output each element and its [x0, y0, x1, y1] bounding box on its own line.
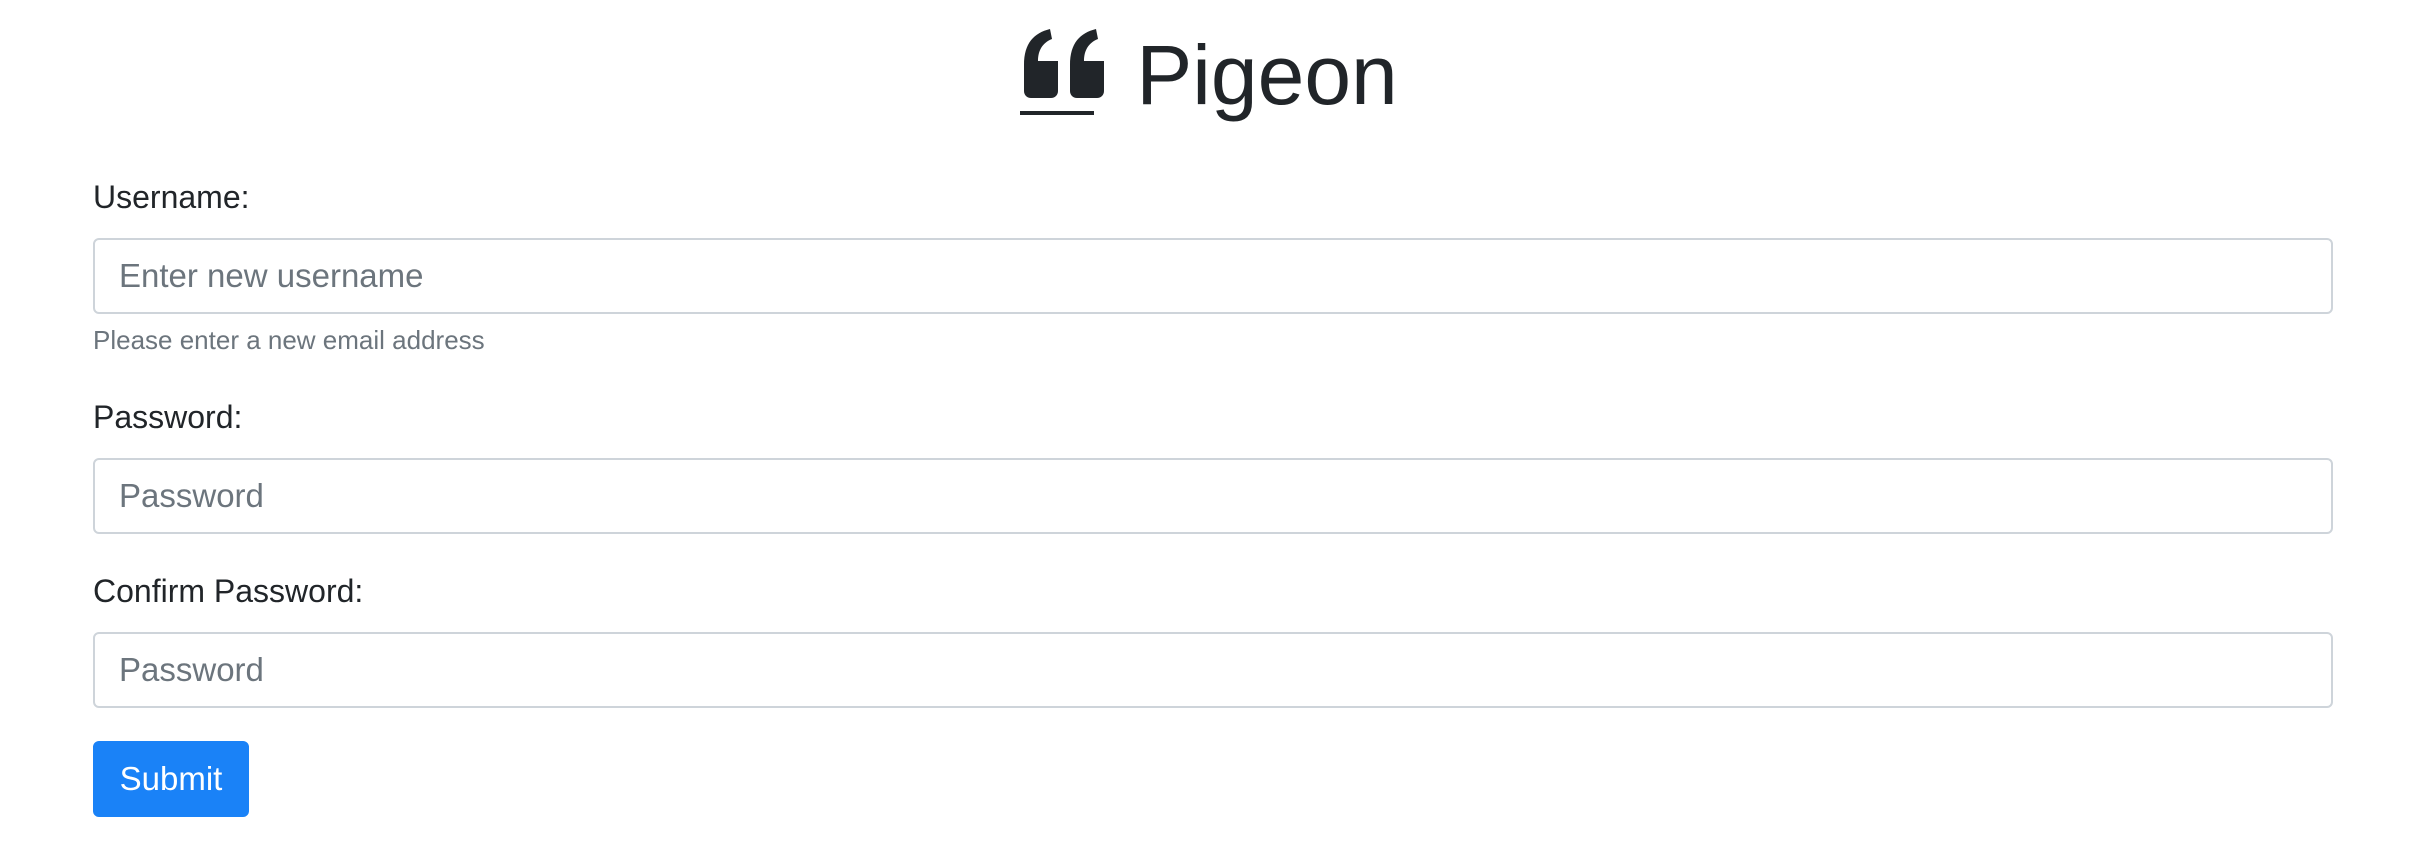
password-input[interactable] — [93, 458, 2333, 534]
username-input[interactable] — [93, 238, 2333, 314]
username-label: Username: — [93, 179, 250, 215]
quote-left-icon — [1020, 29, 1105, 115]
submit-button[interactable]: Submit — [93, 741, 249, 817]
brand-title: Pigeon — [1136, 28, 1398, 122]
password-label: Password: — [93, 399, 243, 435]
confirm-password-label: Confirm Password: — [93, 573, 364, 609]
brand-logo: Pigeon — [1020, 25, 1398, 125]
signup-page: Pigeon Username: Please enter a new emai… — [0, 0, 2418, 844]
confirm-password-input[interactable] — [93, 632, 2333, 708]
username-help-text: Please enter a new email address — [93, 325, 485, 355]
brand-header: Pigeon — [0, 20, 2418, 130]
